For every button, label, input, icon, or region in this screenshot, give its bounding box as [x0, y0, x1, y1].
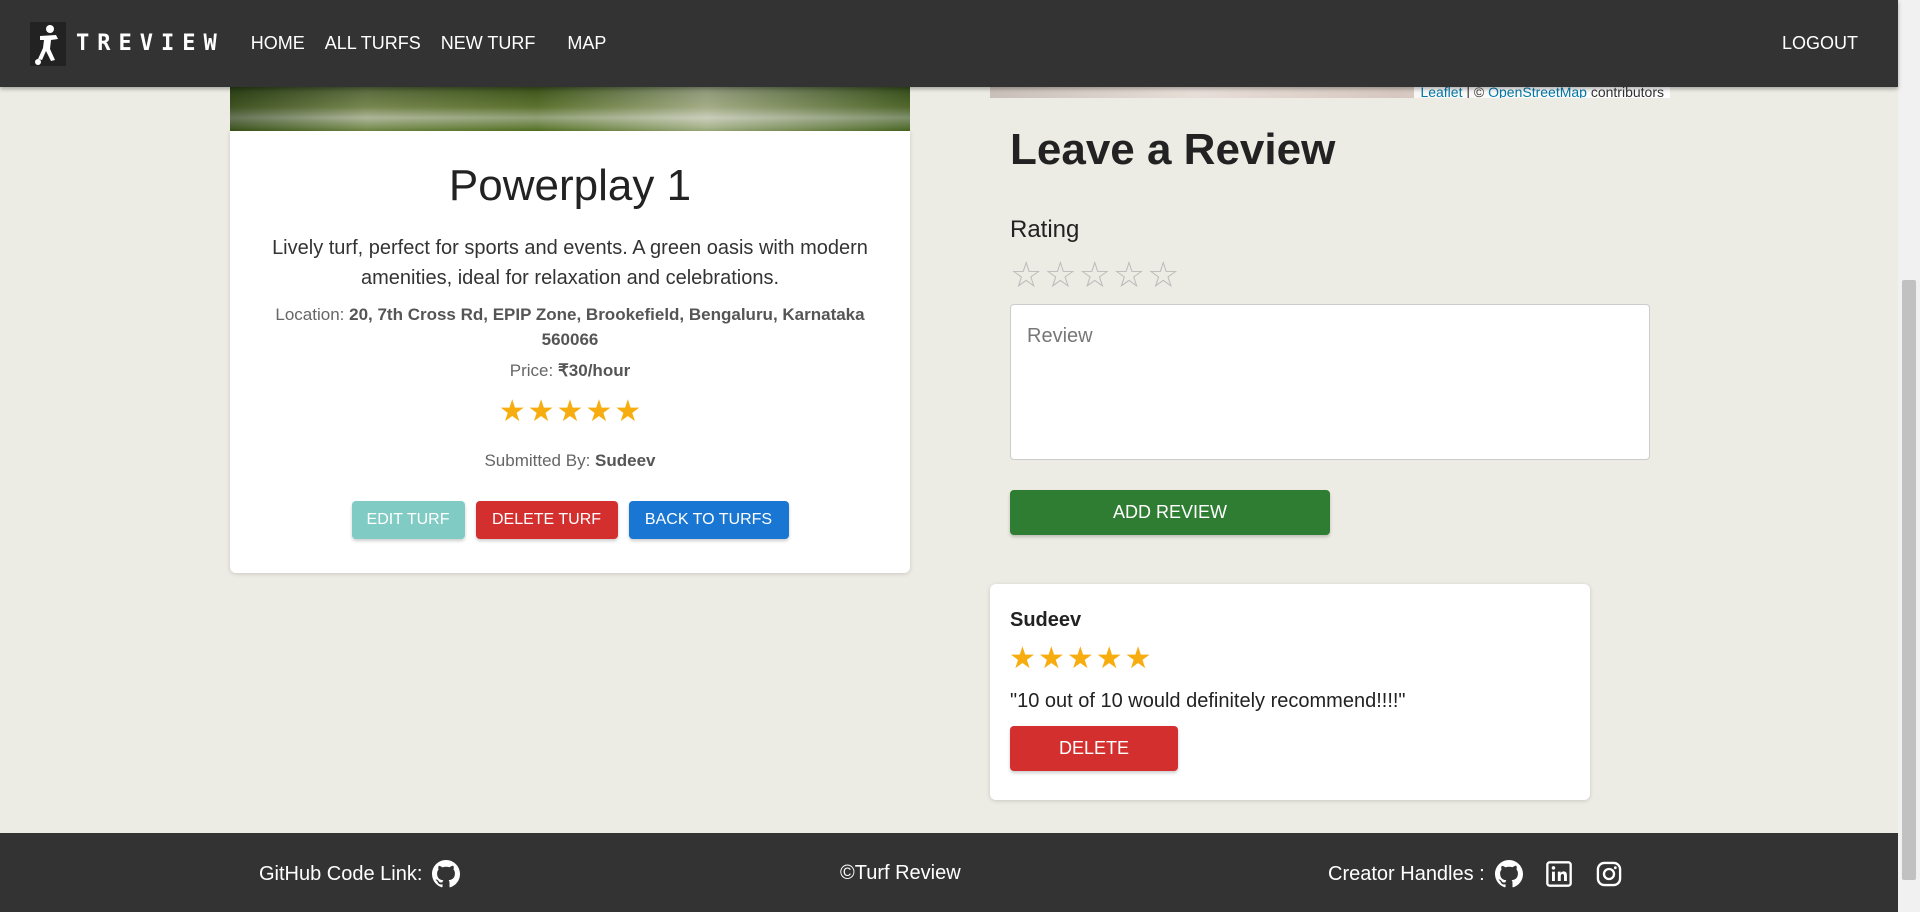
star-filled-icon: ★ — [556, 395, 584, 428]
turf-location: Location: 20, 7th Cross Rd, EPIP Zone, B… — [260, 302, 880, 352]
brand-name: TREVIEW — [76, 31, 225, 56]
delete-turf-button[interactable]: DELETE TURF — [475, 501, 618, 539]
github-icon[interactable] — [1494, 860, 1523, 888]
github-code-label: GitHub Code Link: — [259, 862, 423, 885]
back-to-turfs-button[interactable]: BACK TO TURFS — [628, 501, 789, 539]
star-filled-icon: ★ — [1066, 642, 1094, 675]
review-author: Sudeev — [1010, 609, 1082, 631]
star-filled-icon: ★ — [527, 395, 555, 428]
footer: GitHub Code Link: ©Turf Review Creator H… — [0, 833, 1898, 912]
star-filled-icon: ★ — [1124, 642, 1152, 675]
review-text: "10 out of 10 would definitely recommend… — [1010, 690, 1406, 712]
turf-actions: EDIT TURF DELETE TURF BACK TO TURFS — [230, 501, 910, 539]
footer-copyright: ©Turf Review — [840, 862, 961, 884]
star-filled-icon: ★ — [614, 395, 642, 428]
price-value: ₹30/hour — [557, 361, 631, 380]
review-textarea[interactable] — [1010, 304, 1650, 460]
star-filled-icon: ★ — [498, 395, 526, 428]
logout-link[interactable]: LOGOUT — [1782, 33, 1858, 54]
linkedin-icon[interactable] — [1545, 860, 1573, 888]
soccer-player-logo-icon — [30, 21, 66, 66]
page-scrollbar[interactable] — [1898, 0, 1920, 912]
nav-links: HOME ALL TURFS NEW TURF MAP — [251, 33, 627, 54]
review-form-heading: Leave a Review — [1010, 125, 1336, 174]
star-filled-icon: ★ — [1095, 642, 1123, 675]
edit-turf-button[interactable]: EDIT TURF — [351, 501, 465, 539]
map[interactable]: Leaflet | © OpenStreetMap contributors — [990, 87, 1670, 98]
submitted-label: Submitted By: — [484, 451, 591, 470]
map-attribution: Leaflet | © OpenStreetMap contributors — [1414, 87, 1670, 98]
star-empty-icon[interactable]: ☆ — [1010, 257, 1042, 293]
leaflet-link[interactable]: Leaflet — [1420, 87, 1462, 98]
brand[interactable]: TREVIEW — [30, 20, 225, 68]
star-empty-icon[interactable]: ☆ — [1113, 257, 1145, 293]
location-label: Location: — [275, 305, 345, 324]
star-filled-icon: ★ — [1037, 642, 1065, 675]
add-review-button[interactable]: ADD REVIEW — [1010, 490, 1330, 535]
price-label: Price: — [509, 361, 554, 380]
star-empty-icon[interactable]: ☆ — [1044, 257, 1076, 293]
openstreetmap-link[interactable]: OpenStreetMap — [1488, 87, 1587, 98]
rating-label: Rating — [1010, 216, 1080, 243]
footer-github: GitHub Code Link: — [259, 860, 461, 888]
turf-price: Price: ₹30/hour — [260, 358, 880, 383]
attribution-contributors: contributors — [1586, 87, 1664, 98]
review-rating-stars: ★ ★ ★ ★ ★ — [1008, 644, 1153, 674]
nav-all-turfs[interactable]: ALL TURFS — [325, 33, 421, 54]
turf-card: Powerplay 1 Lively turf, perfect for spo… — [230, 131, 910, 573]
creator-handles-label: Creator Handles : — [1328, 862, 1485, 885]
star-empty-icon[interactable]: ☆ — [1079, 257, 1111, 293]
delete-review-button[interactable]: DELETE — [1010, 726, 1178, 771]
turf-description: Lively turf, perfect for sports and even… — [272, 237, 868, 289]
turf-title: Powerplay 1 — [448, 161, 692, 210]
instagram-icon[interactable] — [1595, 860, 1623, 888]
star-empty-icon[interactable]: ☆ — [1147, 257, 1179, 293]
rating-input: ☆ ☆ ☆ ☆ ☆ — [1010, 257, 1181, 293]
turf-image — [230, 87, 910, 131]
submitted-by-name: Sudeev — [595, 451, 656, 470]
star-filled-icon: ★ — [1009, 642, 1036, 675]
review-card: Sudeev ★ ★ ★ ★ ★ "10 out of 10 would def… — [990, 584, 1590, 800]
turf-rating-stars: ★ ★ ★ ★ ★ — [230, 397, 910, 427]
scrollbar-thumb[interactable] — [1902, 280, 1916, 880]
star-filled-icon: ★ — [585, 395, 613, 428]
navbar: TREVIEW HOME ALL TURFS NEW TURF MAP LOGO… — [0, 0, 1898, 87]
attribution-separator: | © — [1462, 87, 1489, 98]
nav-map[interactable]: MAP — [567, 33, 606, 54]
github-icon[interactable] — [432, 860, 461, 888]
location-value: 20, 7th Cross Rd, EPIP Zone, Brookefield… — [349, 305, 865, 349]
nav-home[interactable]: HOME — [251, 33, 305, 54]
nav-new-turf[interactable]: NEW TURF — [441, 33, 536, 54]
footer-creator-handles: Creator Handles : — [1328, 860, 1623, 888]
submitted-by: Submitted By: Sudeev — [230, 451, 910, 471]
